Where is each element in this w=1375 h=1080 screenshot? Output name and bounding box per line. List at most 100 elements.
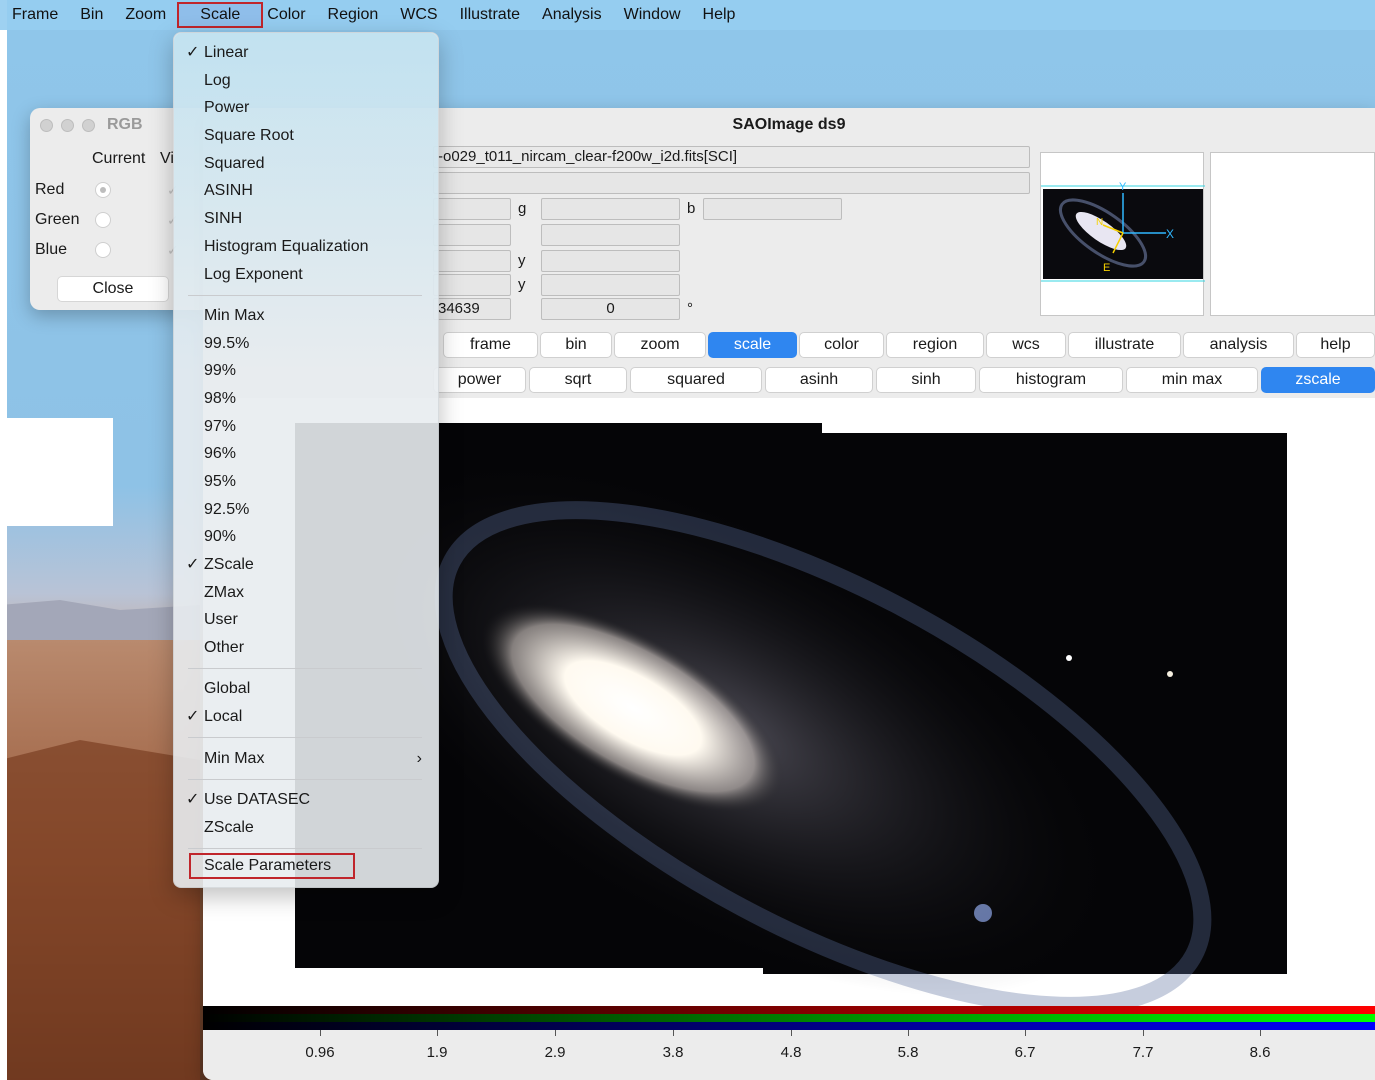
btn-frame[interactable]: frame <box>443 332 538 358</box>
menu-wcs[interactable]: WCS <box>389 2 448 28</box>
menu-item-zscale-params[interactable]: ZScale <box>174 815 440 841</box>
btn-illustrate[interactable]: illustrate <box>1068 332 1181 358</box>
btn-wcs[interactable]: wcs <box>986 332 1066 358</box>
menu-scale[interactable]: Scale <box>177 2 264 28</box>
colorbar-tick-label: 7.7 <box>1132 1044 1154 1061</box>
colorbar-tick-label: 0.96 <box>305 1044 335 1061</box>
menu-item-square-root[interactable]: Square Root <box>174 123 440 149</box>
btn-min-max[interactable]: min max <box>1126 367 1258 393</box>
menu-bin[interactable]: Bin <box>69 2 114 28</box>
colorbar-tick <box>1025 1030 1026 1036</box>
menu-frame[interactable]: Frame <box>12 2 69 28</box>
menu-analysis[interactable]: Analysis <box>531 2 613 28</box>
menu-item-97[interactable]: 97% <box>174 414 440 440</box>
colorbar-tick-label: 1.9 <box>426 1044 448 1061</box>
menu-item-92-5[interactable]: 92.5% <box>174 497 440 523</box>
menu-item-power[interactable]: Power <box>174 95 440 121</box>
colorbar <box>203 1006 1375 1030</box>
colorbar-tick <box>673 1030 674 1036</box>
menu-item-95[interactable]: 95% <box>174 469 440 495</box>
btn-zscale[interactable]: zscale <box>1261 367 1375 393</box>
menu-region[interactable]: Region <box>317 2 390 28</box>
btn-asinh[interactable]: asinh <box>765 367 873 393</box>
colorbar-axis: 0.96 1.9 2.9 3.8 4.8 5.8 6.7 7.7 8.6 <box>203 1030 1375 1080</box>
value-r-field <box>433 198 511 220</box>
menu-item-min-max[interactable]: Min Max <box>174 303 440 329</box>
btn-sinh[interactable]: sinh <box>876 367 976 393</box>
current-radio-blue[interactable] <box>95 242 111 258</box>
minimize-window-icon[interactable] <box>61 118 74 132</box>
btn-histogram[interactable]: histogram <box>979 367 1123 393</box>
checkmark-icon: ✓ <box>186 708 200 725</box>
image-x-field <box>433 250 511 272</box>
colorbar-tick <box>555 1030 556 1036</box>
menubar: Frame Bin Zoom Scale Color Region WCS Il… <box>0 0 1375 30</box>
menu-item-user[interactable]: User <box>174 607 440 633</box>
compass-x-label: X <box>1166 227 1174 241</box>
menu-item-asinh[interactable]: ASINH <box>174 178 440 204</box>
object-field <box>433 172 1030 194</box>
menu-item-log-exponent[interactable]: Log Exponent <box>174 262 440 288</box>
menu-item-linear[interactable]: ✓ Linear <box>174 40 440 66</box>
checkmark-icon: ✓ <box>186 556 200 573</box>
colorbar-tick-label: 6.7 <box>1014 1044 1036 1061</box>
rgb-col-current: Current <box>92 150 146 167</box>
btn-power[interactable]: power <box>433 367 526 393</box>
close-window-icon[interactable] <box>40 118 53 132</box>
rgb-row-red: Red ✓ <box>35 178 179 202</box>
btn-scale[interactable]: scale <box>708 332 797 358</box>
menu-window[interactable]: Window <box>613 2 692 28</box>
degree-label: ° <box>687 300 693 317</box>
menu-color[interactable]: Color <box>263 2 316 28</box>
chevron-right-icon: › <box>416 750 422 767</box>
menu-item-sinh[interactable]: SINH <box>174 206 440 232</box>
current-radio-red[interactable] <box>95 182 111 198</box>
menu-item-squared[interactable]: Squared <box>174 151 440 177</box>
zoom-value-field: 34639 <box>433 298 511 320</box>
btn-bin[interactable]: bin <box>540 332 612 358</box>
menu-item-scale-parameters[interactable]: Scale Parameters <box>189 853 355 879</box>
colorbar-tick <box>1143 1030 1144 1036</box>
menu-separator <box>188 668 422 669</box>
current-radio-green[interactable] <box>95 212 111 228</box>
menu-help[interactable]: Help <box>692 2 747 28</box>
menu-item-other[interactable]: Other <box>174 635 440 661</box>
menu-item-98[interactable]: 98% <box>174 386 440 412</box>
btn-squared[interactable]: squared <box>630 367 762 393</box>
menu-item-global[interactable]: Global <box>174 676 440 702</box>
compass-n-label: N <box>1096 217 1103 228</box>
white-patch <box>7 418 113 526</box>
wcs-x-field <box>433 224 511 246</box>
screen-edge <box>0 0 7 1080</box>
menu-item-local[interactable]: ✓ Local <box>174 704 440 730</box>
menu-item-log[interactable]: Log <box>174 68 440 94</box>
btn-help[interactable]: help <box>1296 332 1375 358</box>
panner-view[interactable]: Y X N E <box>1040 152 1205 316</box>
btn-sqrt[interactable]: sqrt <box>529 367 627 393</box>
rgb-row-label: Red <box>35 181 65 198</box>
btn-zoom[interactable]: zoom <box>614 332 706 358</box>
rgb-close-button[interactable]: Close <box>57 276 169 302</box>
menu-item-use-datasec[interactable]: ✓ Use DATASEC <box>174 787 440 813</box>
menu-item-96[interactable]: 96% <box>174 441 440 467</box>
btn-analysis[interactable]: analysis <box>1183 332 1294 358</box>
compass-e-label: E <box>1103 262 1110 274</box>
checkmark-icon: ✓ <box>186 44 200 61</box>
menu-zoom[interactable]: Zoom <box>114 2 177 28</box>
colorbar-gradient <box>203 1006 1375 1030</box>
menu-item-99[interactable]: 99% <box>174 358 440 384</box>
menu-item-zscale[interactable]: ✓ ZScale <box>174 552 440 578</box>
colorbar-tick <box>908 1030 909 1036</box>
menu-illustrate[interactable]: Illustrate <box>449 2 531 28</box>
menu-item-90[interactable]: 90% <box>174 524 440 550</box>
btn-region[interactable]: region <box>886 332 984 358</box>
menu-item-99-5[interactable]: 99.5% <box>174 331 440 357</box>
zoom-window-icon[interactable] <box>82 118 95 132</box>
menu-item-histogram-equalization[interactable]: Histogram Equalization <box>174 234 440 260</box>
label-g: g <box>518 200 527 217</box>
colorbar-tick-label: 5.8 <box>897 1044 919 1061</box>
menu-item-zmax[interactable]: ZMax <box>174 580 440 606</box>
menu-item-min-max-submenu[interactable]: Min Max › <box>174 746 440 772</box>
btn-color[interactable]: color <box>799 332 884 358</box>
rgb-row-green: Green ✓ <box>35 208 179 232</box>
